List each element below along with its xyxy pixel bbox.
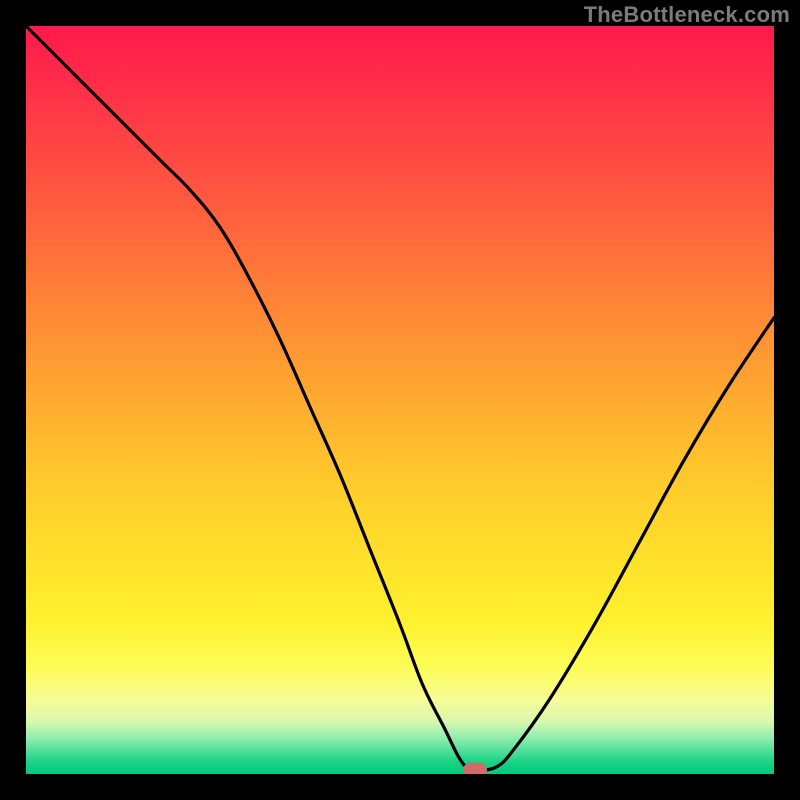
watermark-text: TheBottleneck.com: [584, 2, 790, 28]
optimal-marker: [463, 763, 487, 774]
bottleneck-curve: [26, 26, 774, 774]
chart-frame: TheBottleneck.com: [0, 0, 800, 800]
plot-area: [26, 26, 774, 774]
